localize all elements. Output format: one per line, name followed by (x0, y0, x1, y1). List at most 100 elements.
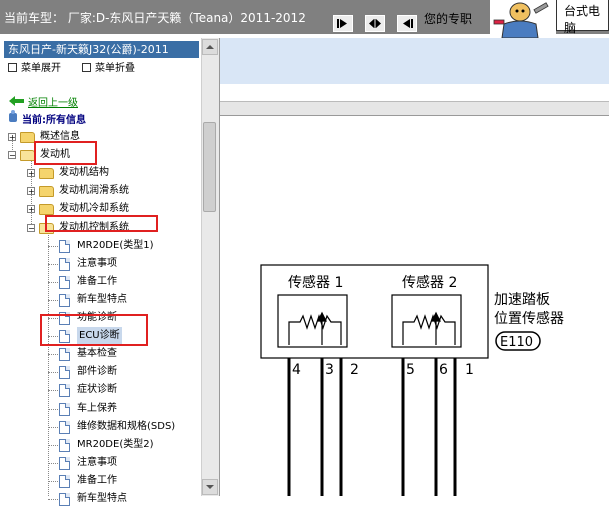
scroll-thumb[interactable] (203, 122, 216, 212)
expand-toggle-icon[interactable]: + (27, 205, 35, 214)
pin-label: 4 (292, 362, 301, 378)
folder-icon (39, 168, 54, 179)
chevron-down-icon (206, 485, 214, 489)
document-icon (59, 258, 70, 271)
sensor1-label: 传感器 1 (288, 274, 343, 291)
tree-line (48, 499, 58, 500)
expert-banner-text: 您的专职 (424, 12, 473, 26)
tree-item[interactable]: 部件诊断 (0, 363, 200, 381)
tree-line (48, 372, 58, 373)
nav-toggle-button[interactable] (365, 15, 385, 32)
info-icon (9, 110, 17, 122)
tree-item[interactable]: + 发动机润滑系统 (0, 182, 200, 200)
tree-item[interactable]: 症状诊断 (0, 381, 200, 399)
tree-item[interactable]: 注意事项 (0, 255, 200, 273)
tree-item-label: 准备工作 (77, 475, 117, 486)
scroll-up-button[interactable] (202, 39, 218, 55)
document-icon (59, 240, 70, 253)
tree-item-label: 基本检查 (77, 348, 117, 359)
tree-line (48, 354, 58, 355)
folder-open-icon (20, 150, 35, 161)
component-name-line2: 位置传感器 (494, 310, 564, 327)
arrow-left-icon (403, 19, 413, 28)
tree-item-label: 注意事项 (77, 457, 117, 468)
highlight-box-ecu (40, 314, 148, 346)
tree-item-label: 注意事项 (77, 258, 117, 269)
expand-icon (8, 63, 17, 72)
document-icon (59, 493, 70, 506)
document-icon (59, 457, 70, 470)
document-icon (59, 421, 70, 434)
tree-line (48, 390, 58, 391)
pin-label: 3 (325, 362, 334, 378)
document-icon (59, 366, 70, 379)
tree-item-label: MR20DE(类型2) (77, 439, 154, 450)
document-icon (59, 348, 70, 361)
highlight-box-engine (34, 141, 97, 165)
tree-line (48, 409, 58, 410)
highlight-box-control (45, 215, 158, 232)
ad-text: 台式电脑 (564, 4, 601, 35)
tree-item[interactable]: − 发动机 (0, 146, 200, 164)
tree-item[interactable]: 新车型特点 (0, 291, 200, 309)
document-icon (59, 439, 70, 452)
folder-icon (39, 186, 54, 197)
pin-label: 5 (406, 362, 415, 378)
collapse-toggle-icon[interactable]: − (8, 151, 16, 160)
collapse-toggle-icon[interactable]: − (27, 224, 35, 233)
document-icon (59, 384, 70, 397)
expand-toggle-icon[interactable]: + (27, 169, 35, 178)
scroll-down-button[interactable] (202, 479, 218, 495)
tree-item[interactable]: 准备工作 (0, 273, 200, 291)
tree-line (48, 246, 58, 247)
sensor2-label: 传感器 2 (402, 274, 457, 291)
tree-item[interactable]: + 概述信息 (0, 128, 200, 146)
tree-item[interactable]: MR20DE(类型1) (0, 237, 200, 255)
expand-all-button[interactable]: 菜单展开 (8, 63, 61, 75)
tree-item[interactable]: 新车型特点 (0, 490, 200, 508)
tree-line (48, 300, 58, 301)
document-icon (59, 403, 70, 416)
tree-item-label: MR20DE(类型1) (77, 240, 154, 251)
wiring-diagram: 传感器 1 传感器 2 加速踏板 位置传感器 E110 4 3 2 5 6 1 (220, 116, 609, 496)
document-icon (59, 294, 70, 307)
collapse-icon (82, 63, 91, 72)
collapse-all-button[interactable]: 菜单折叠 (82, 63, 135, 75)
tree-item[interactable]: 注意事项 (0, 454, 200, 472)
nav-forward-button[interactable] (333, 15, 353, 32)
tree-scrollbar[interactable] (201, 38, 219, 496)
tree-item-label: 发动机润滑系统 (59, 185, 129, 196)
tree-item[interactable]: 准备工作 (0, 472, 200, 490)
tree-item-label: 新车型特点 (77, 294, 127, 305)
tree-line (48, 427, 58, 428)
chevron-up-icon (206, 45, 214, 49)
tree-item[interactable]: 基本检查 (0, 345, 200, 363)
tree-item[interactable]: 维修数据和规格(SDS) (0, 418, 200, 436)
mascot-icon (490, 0, 556, 38)
back-arrow-icon (9, 96, 24, 106)
content-subheader (220, 102, 609, 116)
back-link[interactable]: 返回上一级 (28, 94, 78, 109)
tree-title: 东风日产-新天籁J32(公爵)-2011 (4, 41, 199, 58)
double-arrow-icon (369, 19, 381, 28)
tree-item-label: 症状诊断 (77, 384, 117, 395)
expand-toggle-icon[interactable]: + (8, 133, 16, 142)
tree-line (48, 481, 58, 482)
expand-toggle-icon[interactable]: + (27, 187, 35, 196)
nav-back-button[interactable] (397, 15, 417, 32)
tree-item-label: 部件诊断 (77, 366, 117, 377)
tree-item-label: 车上保养 (77, 403, 117, 414)
document-icon (59, 276, 70, 289)
component-name-line1: 加速踏板 (494, 292, 550, 308)
arrow-right-icon (337, 19, 347, 28)
folder-icon (39, 204, 54, 215)
content-toolbar (220, 38, 609, 84)
current-location: 当前:所有信息 (22, 115, 86, 126)
current-vehicle-label: 当前车型： 厂家:D-东风日产天籁（Teana）2011-2012 (4, 12, 306, 25)
tree-item[interactable]: 车上保养 (0, 400, 200, 418)
pin-label: 6 (439, 362, 448, 378)
tree-item[interactable]: + 发动机结构 (0, 164, 200, 182)
tree-item[interactable]: MR20DE(类型2) (0, 436, 200, 454)
tree-item-label: 维修数据和规格(SDS) (77, 421, 176, 432)
tree-line (48, 282, 58, 283)
